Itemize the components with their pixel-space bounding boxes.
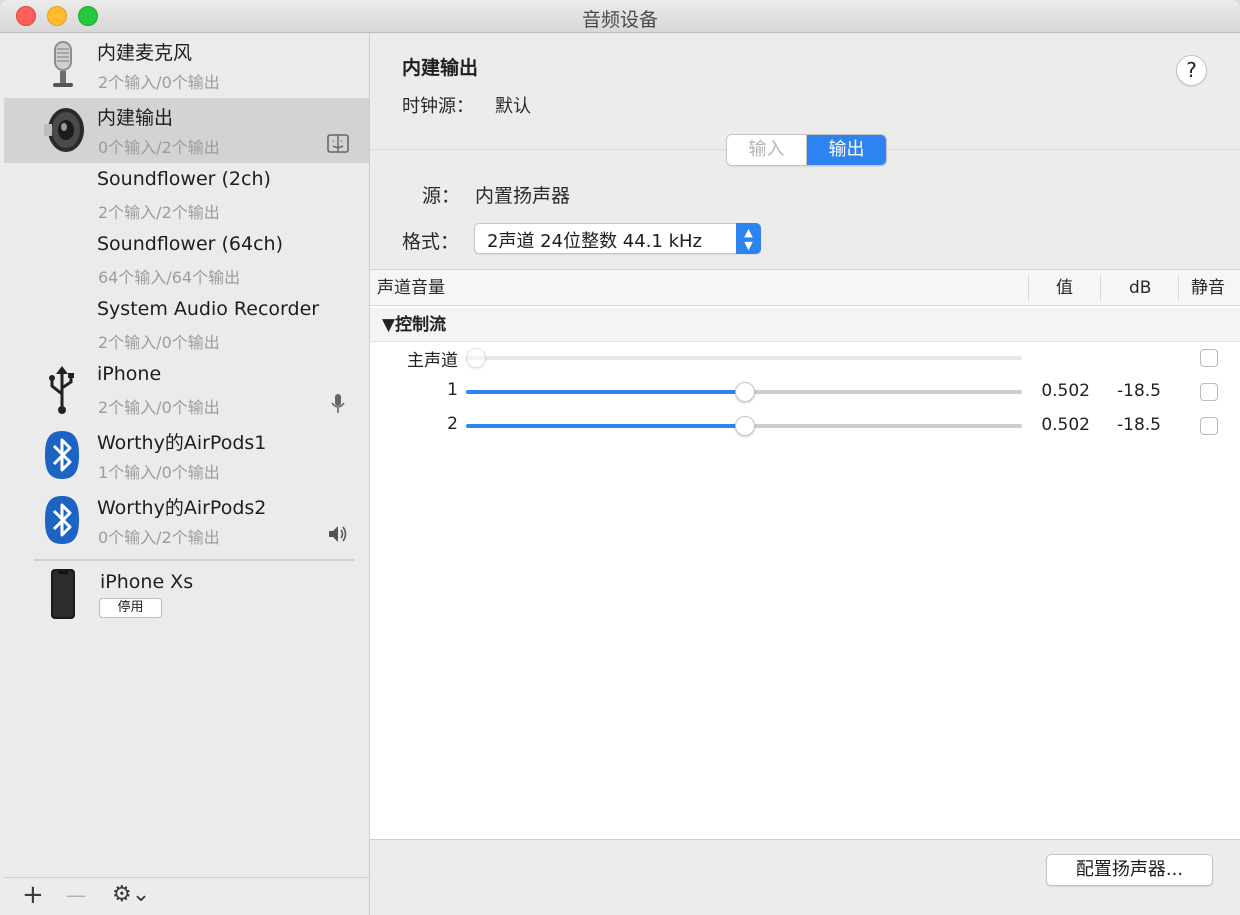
table-header: [370, 270, 1240, 306]
gear-menu-button[interactable]: ⚙︎⌄: [112, 880, 150, 910]
channel-value: 0.502: [1041, 381, 1090, 401]
io-segmented-control: 输入 输出: [726, 134, 887, 166]
mute-checkbox[interactable]: [1200, 349, 1218, 367]
device-item-airpods1[interactable]: Worthy的AirPods1 1个输入/0个输出: [4, 423, 369, 488]
speaker-icon: [44, 108, 84, 152]
device-header: 内建输出 时钟源： 默认 ?: [370, 33, 1240, 150]
device-name: 内建麦克风: [97, 42, 193, 64]
chevron-updown-icon: ▲ ▼: [736, 223, 761, 254]
microphone-icon: [53, 41, 73, 87]
gear-icon: ⚙︎⌄: [112, 882, 151, 907]
audio-midi-window: 音频设备 内建麦克风 2个输入/0个输出 内建输出 0个输入/2个输出 Soun…: [0, 0, 1240, 915]
detail-footer: 配置扬声器...: [370, 839, 1240, 915]
bluetooth-icon: [45, 431, 79, 479]
device-io-count: 2个输入/0个输出: [98, 398, 220, 417]
channel-1-volume-slider[interactable]: [466, 382, 1022, 402]
channel-label: 2: [447, 414, 458, 434]
help-button[interactable]: ?: [1176, 55, 1207, 86]
channel-db: -18.5: [1117, 381, 1161, 401]
device-io-count: 64个输入/64个输出: [98, 268, 241, 287]
clock-source-label: 时钟源：: [402, 96, 474, 117]
device-name: Soundflower (64ch): [97, 233, 283, 255]
disable-device-button[interactable]: 停用: [99, 598, 162, 618]
tab-input[interactable]: 输入: [727, 135, 807, 165]
group-row-control-stream[interactable]: ▼控制流: [370, 308, 1240, 342]
source-value: 内置扬声器: [475, 185, 571, 207]
sidebar-divider: [34, 559, 354, 561]
slider-fill: [466, 424, 745, 428]
device-list: 内建麦克风 2个输入/0个输出 内建输出 0个输入/2个输出 Soundflow…: [4, 33, 369, 877]
device-io-count: 1个输入/0个输出: [98, 463, 220, 482]
slider-knob[interactable]: [466, 348, 486, 368]
channel-label: 主声道: [407, 351, 458, 371]
device-name: iPhone Xs: [100, 571, 194, 593]
device-io-count: 0个输入/2个输出: [98, 528, 220, 547]
channel-db: -18.5: [1117, 415, 1161, 435]
group-label: ▼控制流: [382, 315, 447, 335]
device-item-soundflower-64ch[interactable]: Soundflower (64ch) 64个输入/64个输出: [4, 228, 369, 293]
device-name: Worthy的AirPods2: [97, 497, 267, 519]
clock-source-value[interactable]: 默认: [495, 92, 531, 118]
source-label: 源：: [422, 185, 461, 207]
device-io-count: 0个输入/2个输出: [98, 138, 220, 157]
microphone-badge-icon: [331, 394, 345, 413]
title-bar[interactable]: 音频设备: [0, 0, 1240, 33]
channel-value: 0.502: [1041, 415, 1090, 435]
configure-speakers-button[interactable]: 配置扬声器...: [1046, 854, 1213, 886]
column-header-channel[interactable]: 声道音量: [377, 270, 445, 306]
master-volume-slider[interactable]: [466, 348, 1022, 368]
device-title: 内建输出: [402, 57, 479, 79]
slider-fill: [466, 390, 745, 394]
slider-knob[interactable]: [735, 416, 755, 436]
format-value: 2声道 24位整数 44.1 kHz: [487, 231, 703, 252]
device-detail-pane: 内建输出 时钟源： 默认 ? 输入 输出 源： 内置扬声器 格式： 2声道 24…: [369, 33, 1240, 915]
format-label: 格式：: [402, 231, 460, 253]
mute-checkbox[interactable]: [1200, 383, 1218, 401]
device-item-system-audio-recorder[interactable]: System Audio Recorder 2个输入/0个输出: [4, 293, 369, 358]
usb-icon: [49, 366, 74, 414]
column-divider: [1100, 275, 1101, 301]
device-io-count: 2个输入/0个输出: [98, 333, 220, 352]
device-item-iphone-xs[interactable]: iPhone Xs: [4, 563, 369, 628]
column-header-db[interactable]: dB: [1129, 270, 1151, 306]
column-divider: [1178, 275, 1179, 301]
device-item-builtin-output[interactable]: 内建输出 0个输入/2个输出: [4, 98, 369, 163]
mute-checkbox[interactable]: [1200, 417, 1218, 435]
add-device-button[interactable]: +: [22, 880, 44, 910]
window-title: 音频设备: [581, 9, 658, 31]
channel-volume-table: 声道音量 值 dB 静音 ▼控制流 主声道 1 0.502 -18.5 2 0.…: [370, 269, 1240, 839]
device-name: iPhone: [97, 363, 162, 385]
device-item-airpods2[interactable]: Worthy的AirPods2 0个输入/2个输出: [4, 488, 369, 553]
finder-icon: [327, 134, 349, 153]
column-header-value[interactable]: 值: [1056, 270, 1073, 306]
device-item-builtin-microphone[interactable]: 内建麦克风 2个输入/0个输出: [4, 33, 369, 98]
sidebar-toolbar: + — ⚙︎⌄: [4, 877, 369, 915]
device-item-soundflower-2ch[interactable]: Soundflower (2ch) 2个输入/2个输出: [4, 163, 369, 228]
slider-knob[interactable]: [735, 382, 755, 402]
format-select[interactable]: 2声道 24位整数 44.1 kHz ▲ ▼: [474, 223, 761, 254]
iphone-icon: [51, 569, 75, 619]
device-io-count: 2个输入/2个输出: [98, 203, 220, 222]
bluetooth-icon: [45, 496, 79, 544]
remove-device-button[interactable]: —: [66, 880, 86, 910]
volume-icon: [329, 526, 347, 542]
device-name: System Audio Recorder: [97, 298, 320, 320]
device-name: Soundflower (2ch): [97, 168, 271, 190]
device-name: Worthy的AirPods1: [97, 432, 267, 454]
tab-output[interactable]: 输出: [807, 135, 886, 165]
device-io-count: 2个输入/0个输出: [98, 73, 220, 92]
channel-2-volume-slider[interactable]: [466, 416, 1022, 436]
column-header-mute[interactable]: 静音: [1191, 270, 1225, 306]
device-item-iphone[interactable]: iPhone 2个输入/0个输出: [4, 358, 369, 423]
column-divider: [1028, 275, 1029, 301]
device-name: 内建输出: [97, 107, 174, 129]
channel-label: 1: [447, 380, 458, 400]
